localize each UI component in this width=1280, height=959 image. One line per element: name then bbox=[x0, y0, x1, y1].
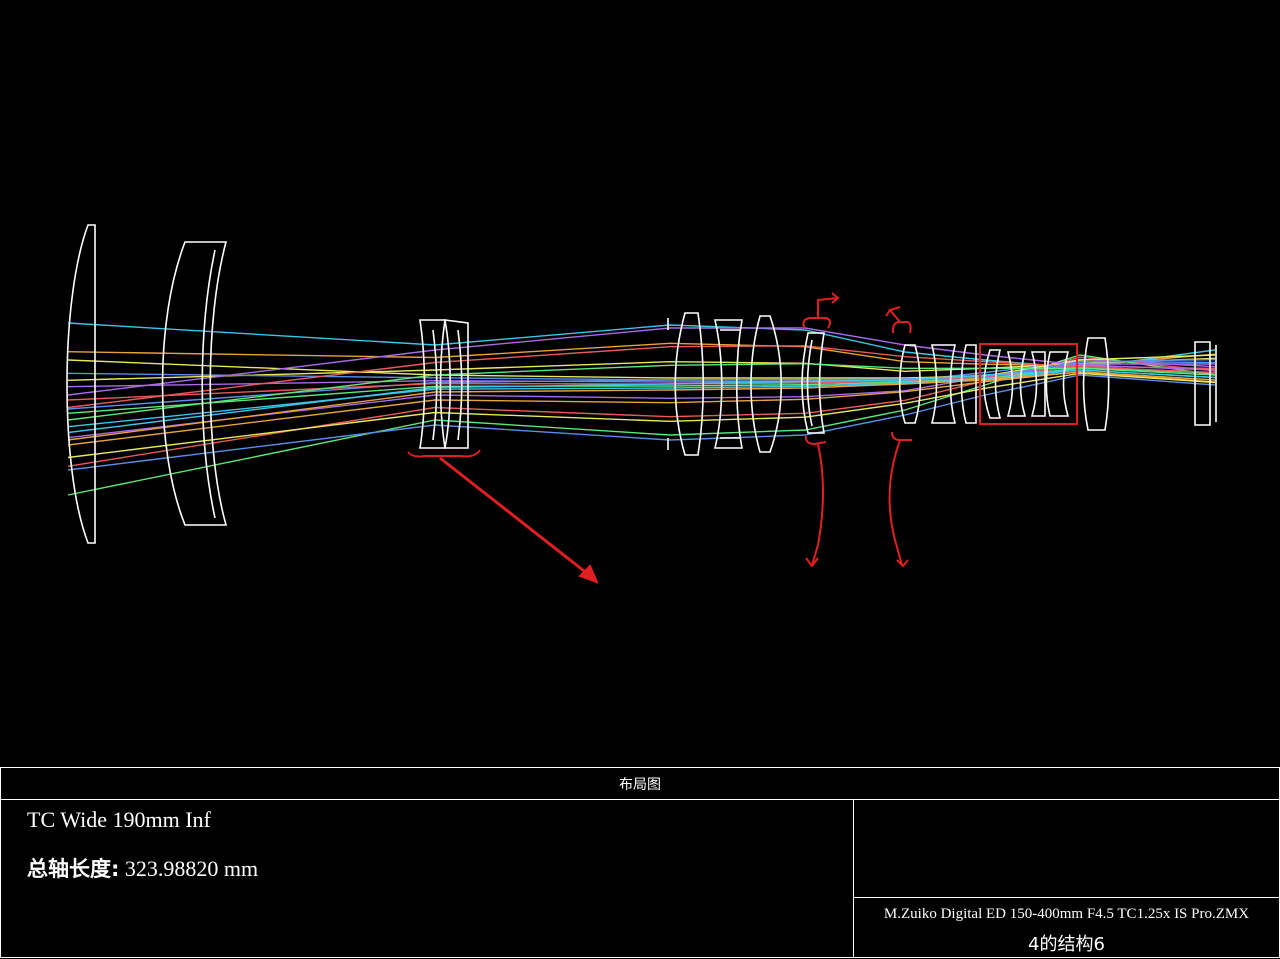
lens-element-16 bbox=[1082, 337, 1110, 431]
configuration-name: TC Wide 190mm Inf bbox=[27, 807, 211, 832]
bracket-top-left bbox=[802, 317, 832, 329]
bracket-top-right bbox=[891, 321, 912, 334]
lens-element-4-inner bbox=[457, 329, 463, 441]
diagram-title: 布局图 bbox=[0, 767, 1280, 800]
total-axial-length-label: 总轴长度: bbox=[27, 857, 120, 881]
lens-element-1 bbox=[66, 224, 96, 544]
bracket-top-right-hook bbox=[885, 306, 901, 323]
title-block: 布局图 TC Wide 190mm Inf 总轴长度: 323.98820 mm… bbox=[0, 767, 1280, 959]
bracket-bottom-right-tail bbox=[888, 439, 909, 568]
bracket-bottom-right bbox=[891, 431, 912, 441]
bracket-bottom-left bbox=[804, 435, 827, 446]
lens-element-2 bbox=[161, 241, 228, 526]
bracket-bottom-left-tail bbox=[805, 443, 824, 568]
configuration-number: 4的结构6 bbox=[1028, 934, 1105, 955]
total-axial-length: 总轴长度: 323.98820 mm bbox=[27, 853, 258, 883]
bracket-under-doublet bbox=[407, 449, 481, 458]
lens-layout-diagram bbox=[66, 224, 1217, 584]
bracket-top-left-hook bbox=[817, 292, 840, 318]
total-axial-length-value: 323.98820 mm bbox=[124, 856, 259, 881]
blank-panel bbox=[853, 799, 1280, 898]
lens-element-3-inner bbox=[432, 329, 438, 441]
file-name: M.Zuiko Digital ED 150-400mm F4.5 TC1.25… bbox=[883, 906, 1250, 922]
info-panel: TC Wide 190mm Inf 总轴长度: 323.98820 mm bbox=[0, 799, 853, 958]
file-panel: M.Zuiko Digital ED 150-400mm F4.5 TC1.25… bbox=[853, 898, 1280, 958]
ray-bundles bbox=[67, 322, 1216, 496]
red-annotation-arrow bbox=[439, 456, 594, 580]
ray-path bbox=[67, 374, 1216, 471]
